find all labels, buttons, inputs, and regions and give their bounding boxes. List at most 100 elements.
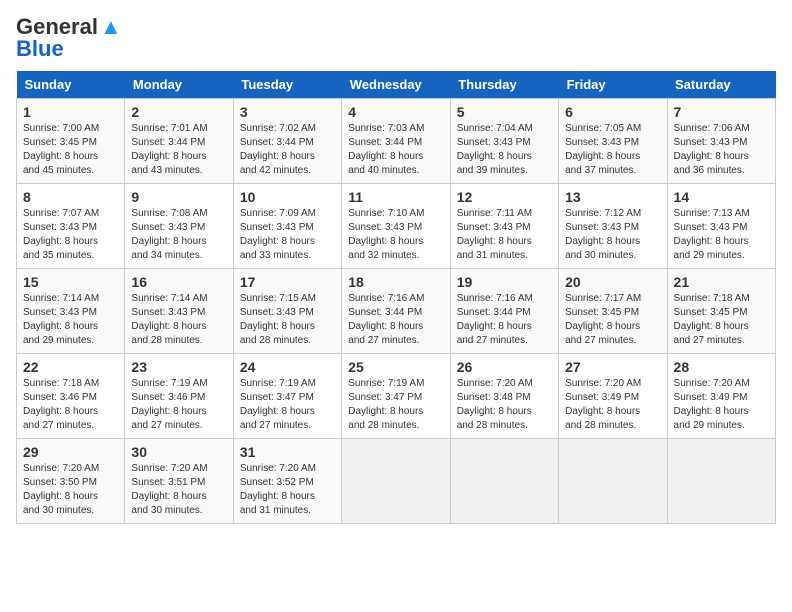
calendar-cell: 21 Sunrise: 7:18 AMSunset: 3:45 PMDayligh… (667, 269, 775, 354)
day-detail: Sunrise: 7:02 AMSunset: 3:44 PMDaylight:… (240, 122, 335, 178)
day-detail: Sunrise: 7:15 AMSunset: 3:43 PMDaylight:… (240, 292, 335, 348)
logo-blue: Blue (16, 36, 64, 61)
calendar-cell: 31 Sunrise: 7:20 AMSunset: 3:52 PMDayligh… (233, 439, 341, 524)
weekday-header-monday: Monday (125, 71, 233, 99)
day-detail: Sunrise: 7:09 AMSunset: 3:43 PMDaylight:… (240, 207, 335, 263)
day-detail: Sunrise: 7:20 AMSunset: 3:49 PMDaylight:… (674, 377, 769, 433)
calendar-cell: 1 Sunrise: 7:00 AMSunset: 3:45 PMDaylight… (17, 99, 125, 184)
day-number: 10 (240, 189, 335, 205)
day-number: 19 (457, 274, 552, 290)
weekday-header-friday: Friday (559, 71, 667, 99)
calendar-cell: 23 Sunrise: 7:19 AMSunset: 3:46 PMDayligh… (125, 354, 233, 439)
day-detail: Sunrise: 7:04 AMSunset: 3:43 PMDaylight:… (457, 122, 552, 178)
calendar-cell: 22 Sunrise: 7:18 AMSunset: 3:46 PMDayligh… (17, 354, 125, 439)
day-detail: Sunrise: 7:20 AMSunset: 3:50 PMDaylight:… (23, 462, 118, 518)
weekday-header-thursday: Thursday (450, 71, 558, 99)
day-number: 3 (240, 104, 335, 120)
day-detail: Sunrise: 7:16 AMSunset: 3:44 PMDaylight:… (457, 292, 552, 348)
calendar-cell: 6 Sunrise: 7:05 AMSunset: 3:43 PMDaylight… (559, 99, 667, 184)
day-detail: Sunrise: 7:18 AMSunset: 3:46 PMDaylight:… (23, 377, 118, 433)
logo-text: General▲ (16, 16, 122, 38)
calendar-cell: 18 Sunrise: 7:16 AMSunset: 3:44 PMDayligh… (342, 269, 450, 354)
calendar-cell: 7 Sunrise: 7:06 AMSunset: 3:43 PMDaylight… (667, 99, 775, 184)
day-number: 5 (457, 104, 552, 120)
weekday-header-saturday: Saturday (667, 71, 775, 99)
calendar-cell: 14 Sunrise: 7:13 AMSunset: 3:43 PMDayligh… (667, 184, 775, 269)
day-number: 6 (565, 104, 660, 120)
day-number: 1 (23, 104, 118, 120)
day-number: 4 (348, 104, 443, 120)
day-number: 27 (565, 359, 660, 375)
day-number: 29 (23, 444, 118, 460)
calendar-cell: 29 Sunrise: 7:20 AMSunset: 3:50 PMDayligh… (17, 439, 125, 524)
calendar-cell (559, 439, 667, 524)
day-detail: Sunrise: 7:06 AMSunset: 3:43 PMDaylight:… (674, 122, 769, 178)
day-number: 28 (674, 359, 769, 375)
day-detail: Sunrise: 7:03 AMSunset: 3:44 PMDaylight:… (348, 122, 443, 178)
day-number: 15 (23, 274, 118, 290)
day-number: 14 (674, 189, 769, 205)
calendar-cell: 27 Sunrise: 7:20 AMSunset: 3:49 PMDayligh… (559, 354, 667, 439)
day-detail: Sunrise: 7:08 AMSunset: 3:43 PMDaylight:… (131, 207, 226, 263)
day-detail: Sunrise: 7:13 AMSunset: 3:43 PMDaylight:… (674, 207, 769, 263)
day-number: 8 (23, 189, 118, 205)
day-number: 31 (240, 444, 335, 460)
logo: General▲ Blue (16, 16, 122, 61)
day-number: 24 (240, 359, 335, 375)
day-number: 26 (457, 359, 552, 375)
calendar-cell: 20Sunrise: 7:17 AMSunset: 3:45 PMDayligh… (559, 269, 667, 354)
calendar-cell: 15 Sunrise: 7:14 AMSunset: 3:43 PMDayligh… (17, 269, 125, 354)
weekday-header-wednesday: Wednesday (342, 71, 450, 99)
day-detail: Sunrise: 7:20 AMSunset: 3:48 PMDaylight:… (457, 377, 552, 433)
day-detail: Sunrise: 7:12 AMSunset: 3:43 PMDaylight:… (565, 207, 660, 263)
day-detail: Sunrise: 7:01 AMSunset: 3:44 PMDaylight:… (131, 122, 226, 178)
calendar-cell: 4 Sunrise: 7:03 AMSunset: 3:44 PMDaylight… (342, 99, 450, 184)
day-number: 25 (348, 359, 443, 375)
calendar-cell (450, 439, 558, 524)
day-detail: Sunrise: 7:19 AMSunset: 3:47 PMDaylight:… (240, 377, 335, 433)
calendar-cell: 28 Sunrise: 7:20 AMSunset: 3:49 PMDayligh… (667, 354, 775, 439)
calendar-cell: 16Sunrise: 7:14 AMSunset: 3:43 PMDayligh… (125, 269, 233, 354)
day-number: 13 (565, 189, 660, 205)
day-detail: Sunrise: 7:19 AMSunset: 3:46 PMDaylight:… (131, 377, 226, 433)
calendar-table: SundayMondayTuesdayWednesdayThursdayFrid… (16, 71, 776, 524)
day-number: 2 (131, 104, 226, 120)
calendar-cell: 10 Sunrise: 7:09 AMSunset: 3:43 PMDayligh… (233, 184, 341, 269)
day-detail: Sunrise: 7:10 AMSunset: 3:43 PMDaylight:… (348, 207, 443, 263)
calendar-cell: 26 Sunrise: 7:20 AMSunset: 3:48 PMDayligh… (450, 354, 558, 439)
calendar-cell: 9 Sunrise: 7:08 AMSunset: 3:43 PMDaylight… (125, 184, 233, 269)
calendar-cell: 11 Sunrise: 7:10 AMSunset: 3:43 PMDayligh… (342, 184, 450, 269)
day-detail: Sunrise: 7:20 AMSunset: 3:49 PMDaylight:… (565, 377, 660, 433)
day-number: 11 (348, 189, 443, 205)
calendar-cell: 2 Sunrise: 7:01 AMSunset: 3:44 PMDaylight… (125, 99, 233, 184)
day-number: 21 (674, 274, 769, 290)
day-number: 30 (131, 444, 226, 460)
day-number: 23 (131, 359, 226, 375)
day-detail: Sunrise: 7:20 AMSunset: 3:52 PMDaylight:… (240, 462, 335, 518)
day-detail: Sunrise: 7:07 AMSunset: 3:43 PMDaylight:… (23, 207, 118, 263)
day-number: 7 (674, 104, 769, 120)
day-number: 9 (131, 189, 226, 205)
calendar-cell: 8 Sunrise: 7:07 AMSunset: 3:43 PMDaylight… (17, 184, 125, 269)
day-detail: Sunrise: 7:18 AMSunset: 3:45 PMDaylight:… (674, 292, 769, 348)
day-detail: Sunrise: 7:00 AMSunset: 3:45 PMDaylight:… (23, 122, 118, 178)
calendar-cell (342, 439, 450, 524)
day-detail: Sunrise: 7:11 AMSunset: 3:43 PMDaylight:… (457, 207, 552, 263)
day-number: 22 (23, 359, 118, 375)
day-number: 20 (565, 274, 660, 290)
day-number: 18 (348, 274, 443, 290)
day-detail: Sunrise: 7:05 AMSunset: 3:43 PMDaylight:… (565, 122, 660, 178)
day-number: 16 (131, 274, 226, 290)
day-number: 12 (457, 189, 552, 205)
calendar-cell: 13 Sunrise: 7:12 AMSunset: 3:43 PMDayligh… (559, 184, 667, 269)
calendar-cell: 30 Sunrise: 7:20 AMSunset: 3:51 PMDayligh… (125, 439, 233, 524)
calendar-cell: 19 Sunrise: 7:16 AMSunset: 3:44 PMDayligh… (450, 269, 558, 354)
day-detail: Sunrise: 7:14 AMSunset: 3:43 PMDaylight:… (23, 292, 118, 348)
weekday-header-tuesday: Tuesday (233, 71, 341, 99)
calendar-cell: 25Sunrise: 7:19 AMSunset: 3:47 PMDayligh… (342, 354, 450, 439)
calendar-cell: 24 Sunrise: 7:19 AMSunset: 3:47 PMDayligh… (233, 354, 341, 439)
weekday-header-sunday: Sunday (17, 71, 125, 99)
day-detail: Sunrise: 7:20 AMSunset: 3:51 PMDaylight:… (131, 462, 226, 518)
day-detail: Sunrise: 7:16 AMSunset: 3:44 PMDaylight:… (348, 292, 443, 348)
calendar-cell: 12 Sunrise: 7:11 AMSunset: 3:43 PMDayligh… (450, 184, 558, 269)
